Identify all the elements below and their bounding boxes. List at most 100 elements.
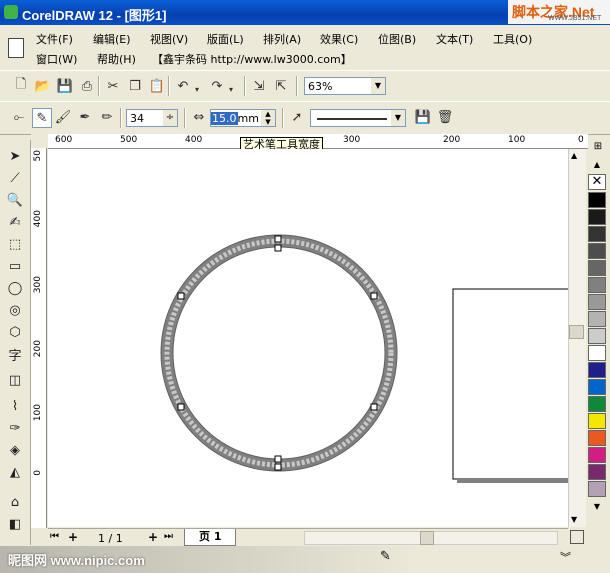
outline-tool-icon[interactable]: ✑: [4, 418, 26, 438]
text-tool-icon[interactable]: 字: [4, 344, 26, 364]
node-handle[interactable]: [177, 292, 185, 300]
menu-tools[interactable]: 工具(O): [493, 31, 532, 47]
palette-swatch[interactable]: [588, 209, 606, 225]
ruler-origin[interactable]: [31, 134, 48, 148]
smoothing-input[interactable]: 34 ÷: [126, 109, 178, 127]
palette-swatch[interactable]: [588, 447, 606, 463]
menu-arrange[interactable]: 排列(A): [263, 31, 301, 47]
spiral-tool-icon[interactable]: ◎: [4, 300, 26, 320]
import-icon[interactable]: ⇲: [250, 77, 268, 95]
document-icon[interactable]: [8, 38, 24, 58]
chevron-down-icon[interactable]: ▼: [391, 110, 405, 126]
node-handle[interactable]: [370, 403, 378, 411]
fill-tool-icon[interactable]: ◈: [4, 440, 26, 460]
freehand-tool-icon[interactable]: ✍: [4, 212, 26, 232]
artistic-brush-icon[interactable]: ✎: [32, 108, 52, 128]
slider-icon[interactable]: ÷: [163, 110, 177, 126]
palette-swatch[interactable]: [588, 226, 606, 242]
zoom-tool-icon[interactable]: 🔍: [4, 190, 26, 210]
palette-swatch[interactable]: [588, 430, 606, 446]
menu-edit[interactable]: 编辑(E): [93, 31, 131, 47]
node-handle[interactable]: [274, 455, 282, 463]
cut-icon[interactable]: ✂: [104, 77, 122, 95]
color-swatch-icon[interactable]: ◧: [4, 514, 26, 534]
palette-scroll-down-icon[interactable]: ▼: [588, 502, 606, 512]
horizontal-scroll-thumb[interactable]: [420, 531, 434, 545]
menu-file[interactable]: 文件(F): [36, 31, 73, 47]
palette-swatch[interactable]: [588, 260, 606, 276]
interactive-tool-icon[interactable]: ◫: [4, 370, 26, 390]
status-chevron-icon[interactable]: ︾: [560, 549, 571, 565]
menu-effects[interactable]: 效果(C): [320, 31, 358, 47]
preset-brush-icon[interactable]: ⟜: [10, 108, 28, 126]
mesh-fill-icon[interactable]: ⌂: [4, 492, 26, 512]
scroll-up-icon[interactable]: ▲: [571, 151, 577, 160]
navigator-icon[interactable]: [570, 530, 584, 544]
first-page-icon[interactable]: ⏮: [50, 531, 59, 542]
menu-help[interactable]: 帮助(H): [97, 51, 136, 67]
palette-scroll-up-icon[interactable]: ▲: [588, 160, 606, 170]
undo-dropdown-icon[interactable]: ▾: [192, 80, 202, 98]
vertical-scrollbar[interactable]: ▲ ▼: [568, 149, 586, 527]
pick-tool-icon[interactable]: ➤: [4, 146, 26, 166]
palette-swatch[interactable]: [588, 294, 606, 310]
basic-shapes-icon[interactable]: ⬡: [4, 322, 26, 342]
calligraphic-icon[interactable]: ✒: [76, 108, 94, 126]
stroke-list-combo[interactable]: ▼: [310, 109, 406, 127]
vertical-scroll-thumb[interactable]: [569, 325, 584, 339]
palette-swatch[interactable]: [588, 362, 606, 378]
vertical-ruler[interactable]: 50 400 300 200 100 0: [31, 148, 47, 528]
copy-icon[interactable]: ❐: [126, 77, 144, 95]
redo-icon[interactable]: ↷: [208, 77, 226, 95]
ellipse-tool-icon[interactable]: ◯: [4, 278, 26, 298]
node-handle[interactable]: [370, 292, 378, 300]
menu-text[interactable]: 文本(T): [436, 31, 473, 47]
new-icon[interactable]: 🗋: [12, 77, 30, 95]
palette-swatch[interactable]: [588, 243, 606, 259]
menu-view[interactable]: 视图(V): [150, 31, 188, 47]
eyedropper-tool-icon[interactable]: ⌇: [4, 396, 26, 416]
palette-menu-icon[interactable]: ⊞: [588, 141, 608, 155]
palette-swatch[interactable]: [588, 413, 606, 429]
menu-layout[interactable]: 版面(L): [207, 31, 244, 47]
export-icon[interactable]: ⇱: [272, 77, 290, 95]
zoom-level-combo[interactable]: 63% ▼: [304, 77, 386, 95]
palette-swatch[interactable]: [588, 345, 606, 361]
palette-swatch[interactable]: [588, 277, 606, 293]
palette-swatch[interactable]: [588, 311, 606, 327]
paste-icon[interactable]: 📋: [148, 77, 166, 95]
add-page-after-icon[interactable]: +: [148, 530, 158, 544]
browse-icon[interactable]: ➚: [288, 108, 306, 126]
chevron-down-icon[interactable]: ▼: [371, 78, 385, 94]
menu-bitmaps[interactable]: 位图(B): [378, 31, 416, 47]
save-stroke-icon[interactable]: 💾: [414, 108, 432, 126]
palette-swatch[interactable]: [588, 379, 606, 395]
undo-icon[interactable]: ↶: [174, 77, 192, 95]
node-handle[interactable]: [177, 403, 185, 411]
shape-tool-icon[interactable]: ⟋: [4, 168, 26, 188]
palette-swatch[interactable]: [588, 396, 606, 412]
open-icon[interactable]: 📂: [34, 77, 52, 95]
palette-swatch[interactable]: [588, 464, 606, 480]
smart-fill-tool-icon[interactable]: ⬚: [4, 234, 26, 254]
spin-icon[interactable]: ▲ ▼: [261, 110, 275, 126]
node-handle[interactable]: [274, 235, 282, 243]
sprayer-icon[interactable]: 🖌: [54, 108, 72, 126]
delete-icon[interactable]: 🗑: [436, 108, 454, 126]
scroll-down-icon[interactable]: ▼: [571, 515, 577, 524]
interactive-fill-icon[interactable]: ◭: [4, 462, 26, 482]
drawing-canvas[interactable]: [48, 149, 568, 527]
node-handle[interactable]: [274, 463, 282, 471]
last-page-icon[interactable]: ⏭: [164, 531, 173, 542]
pressure-icon[interactable]: ✏: [98, 108, 116, 126]
page-tab[interactable]: 页 1: [184, 529, 237, 546]
save-icon[interactable]: 💾: [56, 77, 74, 95]
palette-swatch[interactable]: [588, 481, 606, 497]
rectangle-tool-icon[interactable]: ▭: [4, 256, 26, 276]
menu-barcode-link[interactable]: 【鑫宇条码 http://www.lw3000.com】: [152, 51, 352, 67]
menu-window[interactable]: 窗口(W): [36, 51, 77, 67]
palette-swatch[interactable]: [588, 328, 606, 344]
print-icon[interactable]: ⎙: [78, 77, 96, 95]
width-input[interactable]: 15.0mm ▲ ▼: [210, 109, 276, 127]
redo-dropdown-icon[interactable]: ▾: [226, 80, 236, 98]
